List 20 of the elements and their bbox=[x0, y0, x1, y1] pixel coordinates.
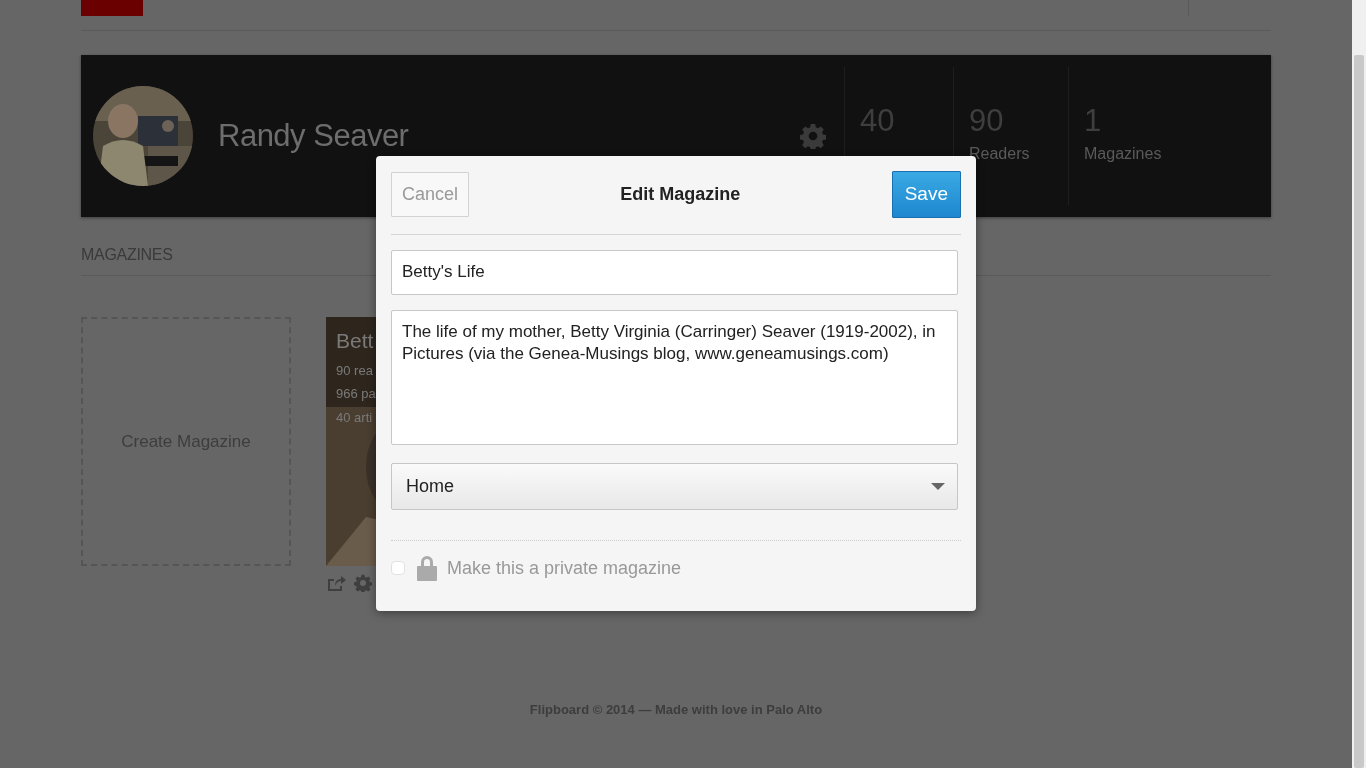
magazine-info: 40 arti bbox=[336, 408, 373, 427]
private-label: Make this a private magazine bbox=[447, 556, 682, 580]
magazine-info: 90 rea bbox=[336, 361, 373, 380]
magazine-info: 966 pa bbox=[336, 385, 376, 403]
name-field[interactable]: Betty's Life bbox=[391, 249, 958, 295]
category-dropdown[interactable]: Home bbox=[391, 462, 958, 510]
lock-icon bbox=[417, 554, 437, 582]
scrollbar-thumb[interactable] bbox=[1354, 55, 1364, 768]
description-field[interactable]: The life of my mother, Betty Virginia (Carringer) Seaver (1919-2002), in Pictures (via the Genea-Musings blog, www.geneamusings.com) bbox=[391, 309, 958, 445]
settings-icon[interactable] bbox=[354, 574, 372, 592]
caret-icon bbox=[931, 482, 945, 490]
dialog-title: Edit Magazine bbox=[620, 182, 741, 206]
profile-name: Randy Seaver bbox=[218, 116, 409, 155]
stat-label: Readers bbox=[969, 144, 1031, 164]
logo[interactable] bbox=[81, 0, 143, 16]
private-checkbox[interactable] bbox=[391, 561, 405, 575]
magazine-title: Bett bbox=[336, 328, 374, 354]
stat-label: Magazines bbox=[1084, 144, 1163, 164]
share-icon[interactable] bbox=[326, 574, 346, 592]
settings-icon[interactable] bbox=[800, 123, 826, 149]
